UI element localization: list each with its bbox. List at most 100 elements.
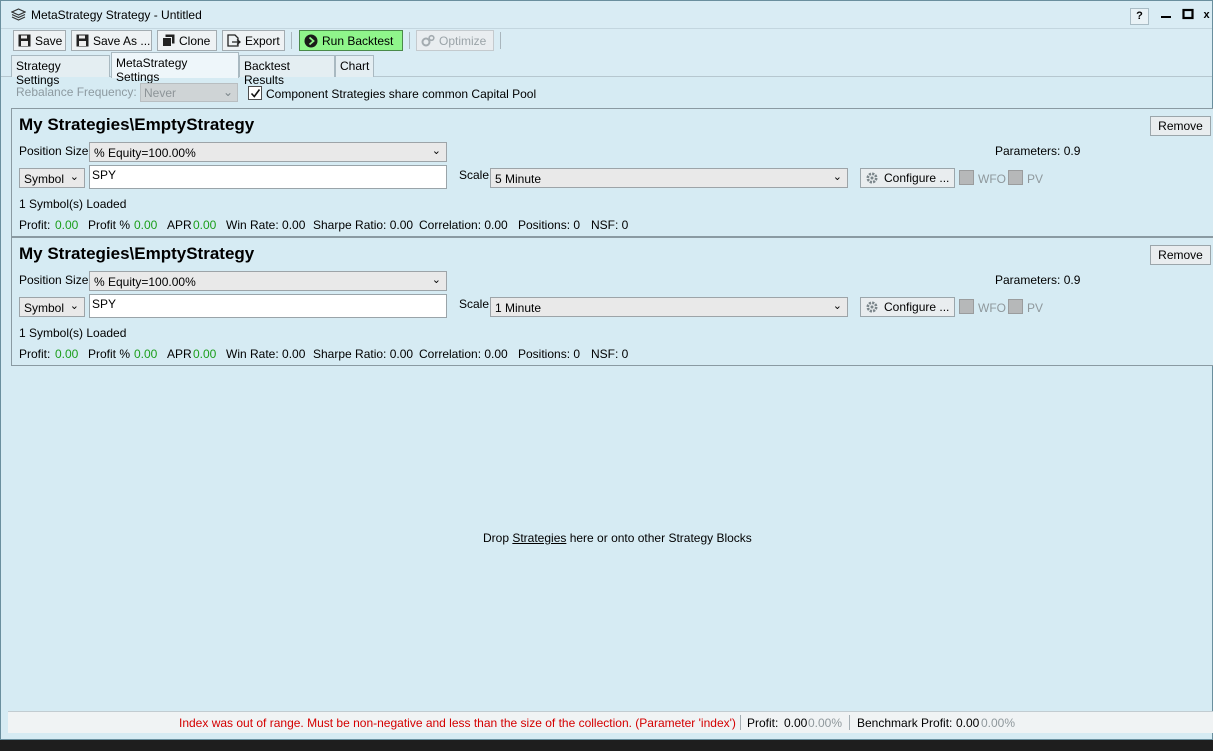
window-title: MetaStrategy Strategy - Untitled <box>31 8 202 22</box>
profit-value: 0.00 <box>55 347 79 361</box>
tab-chart[interactable]: Chart <box>335 55 374 77</box>
symbol-mode-select[interactable]: Symbol ⌄ <box>19 297 85 317</box>
symbol-input[interactable]: SPY <box>89 294 447 318</box>
strategy-name: My Strategies\EmptyStrategy <box>19 115 255 134</box>
pv-checkbox[interactable] <box>1008 299 1023 314</box>
wfo-checkbox[interactable] <box>959 299 974 314</box>
pv-label: PV <box>1027 172 1044 186</box>
tab-metastrategy-settings[interactable]: MetaStrategy Settings <box>111 52 239 84</box>
scale-select[interactable]: 1 Minute ⌄ <box>490 297 848 317</box>
tab-backtest-results[interactable]: Backtest Results <box>239 55 335 87</box>
gear-icon <box>866 301 878 313</box>
toolbar-separator <box>500 32 501 49</box>
chevron-down-icon: ⌄ <box>222 85 233 99</box>
chevron-down-icon: ⌄ <box>431 145 441 157</box>
position-size-select[interactable]: % Equity=100.00% ⌄ <box>89 271 447 291</box>
sharpe-ratio-text: Sharpe Ratio: 0.00 <box>313 347 414 361</box>
position-size-label: Position Size <box>19 144 89 158</box>
parameters-text: Parameters: 0.9 <box>995 144 1081 158</box>
run-backtest-button[interactable]: Run Backtest <box>299 30 403 51</box>
help-button[interactable]: ? <box>1130 8 1149 25</box>
configure-button[interactable]: Configure ... <box>860 168 955 188</box>
symbols-loaded-text: 1 Symbol(s) Loaded <box>19 197 127 211</box>
strategy-block[interactable]: My Strategies\EmptyStrategy Remove Posit… <box>11 108 1213 237</box>
strategy-window: MetaStrategy Strategy - Untitled ? x Sav… <box>0 0 1213 740</box>
save-as-label: Save As ... <box>93 33 151 48</box>
sharpe-ratio-text: Sharpe Ratio: 0.00 <box>313 218 414 232</box>
pv-checkbox[interactable] <box>1008 170 1023 185</box>
symbol-mode-select[interactable]: Symbol ⌄ <box>19 168 85 188</box>
gears-icon <box>421 34 435 46</box>
status-separator <box>849 715 850 730</box>
optimize-button[interactable]: Optimize <box>416 30 494 51</box>
optimize-label: Optimize <box>439 33 487 48</box>
chevron-down-icon: ⌄ <box>431 274 441 286</box>
play-circle-icon <box>304 34 318 47</box>
gear-icon <box>866 172 878 184</box>
win-rate-text: Win Rate: 0.00 <box>226 347 306 361</box>
status-profit-label: Profit: <box>747 716 779 730</box>
position-size-select[interactable]: % Equity=100.00% ⌄ <box>89 142 447 162</box>
benchmark-profit-value: 0.00 <box>956 716 980 730</box>
configure-label: Configure ... <box>884 171 950 185</box>
positions-text: Positions: 0 <box>518 218 581 232</box>
save-button[interactable]: Save <box>13 30 66 51</box>
drop-hint-before: Drop <box>483 531 513 545</box>
share-capital-pool-checkbox[interactable] <box>248 86 262 100</box>
error-message: Index was out of range. Must be non-nega… <box>179 716 736 730</box>
apr-value: 0.00 <box>193 218 217 232</box>
status-profit-value: 0.00 <box>784 716 808 730</box>
rebalance-frequency-value: Never <box>144 86 177 100</box>
strategy-block[interactable]: My Strategies\EmptyStrategy Remove Posit… <box>11 237 1213 366</box>
run-backtest-label: Run Backtest <box>322 33 394 48</box>
floppy-icon <box>76 34 89 47</box>
scale-value: 5 Minute <box>495 172 542 186</box>
scale-label: Scale <box>459 297 490 311</box>
position-size-value: % Equity=100.00% <box>94 275 196 289</box>
symbols-loaded-text: 1 Symbol(s) Loaded <box>19 326 127 340</box>
apr-label: APR <box>167 218 192 232</box>
profit-label: Profit: <box>19 347 51 361</box>
wfo-label: WFO <box>978 172 1006 186</box>
apr-value: 0.00 <box>193 347 217 361</box>
benchmark-profit-pct: 0.00% <box>981 716 1016 730</box>
export-button[interactable]: Export <box>222 30 285 51</box>
toolbar-separator <box>291 32 292 49</box>
export-label: Export <box>245 33 280 48</box>
benchmark-profit-label: Benchmark Profit: <box>857 716 953 730</box>
configure-button[interactable]: Configure ... <box>860 297 955 317</box>
title-bar: MetaStrategy Strategy - Untitled ? x <box>1 1 1212 29</box>
strategies-link[interactable]: Strategies <box>512 531 566 545</box>
rebalance-frequency-label: Rebalance Frequency: <box>16 85 137 99</box>
toolbar-separator <box>409 32 410 49</box>
tab-strategy-settings[interactable]: Strategy Settings <box>11 55 110 87</box>
share-capital-pool-label: Component Strategies share common Capita… <box>266 87 537 101</box>
tab-strip: Strategy Settings MetaStrategy Settings … <box>1 52 1212 87</box>
chevron-down-icon: ⌄ <box>69 171 79 183</box>
scale-select[interactable]: 5 Minute ⌄ <box>490 168 848 188</box>
profit-value: 0.00 <box>55 218 79 232</box>
remove-button[interactable]: Remove <box>1150 116 1211 136</box>
wfo-checkbox[interactable] <box>959 170 974 185</box>
symbol-input[interactable]: SPY <box>89 165 447 189</box>
drop-hint: Drop Strategies here or onto other Strat… <box>483 531 752 545</box>
strategy-name: My Strategies\EmptyStrategy <box>19 244 255 263</box>
status-separator <box>740 715 741 730</box>
clone-button[interactable]: Clone <box>157 30 217 51</box>
apr-label: APR <box>167 347 192 361</box>
rebalance-frequency-select[interactable]: Never ⌄ <box>140 83 238 102</box>
configure-label: Configure ... <box>884 300 950 314</box>
metastrategy-settings-row: Rebalance Frequency: Never ⌄ Component S… <box>1 78 1212 107</box>
remove-button[interactable]: Remove <box>1150 245 1211 265</box>
minimize-button[interactable] <box>1156 8 1175 25</box>
correlation-text: Correlation: 0.00 <box>419 347 508 361</box>
export-icon <box>227 34 241 47</box>
drop-hint-after: here or onto other Strategy Blocks <box>566 531 752 545</box>
wfo-label: WFO <box>978 301 1006 315</box>
status-bar: Index was out of range. Must be non-nega… <box>8 711 1213 733</box>
checkmark-icon <box>250 89 261 98</box>
maximize-button[interactable] <box>1178 8 1197 25</box>
symbol-mode-value: Symbol <box>24 301 65 315</box>
close-button[interactable]: x <box>1201 8 1212 25</box>
save-as-button[interactable]: Save As ... <box>71 30 152 51</box>
